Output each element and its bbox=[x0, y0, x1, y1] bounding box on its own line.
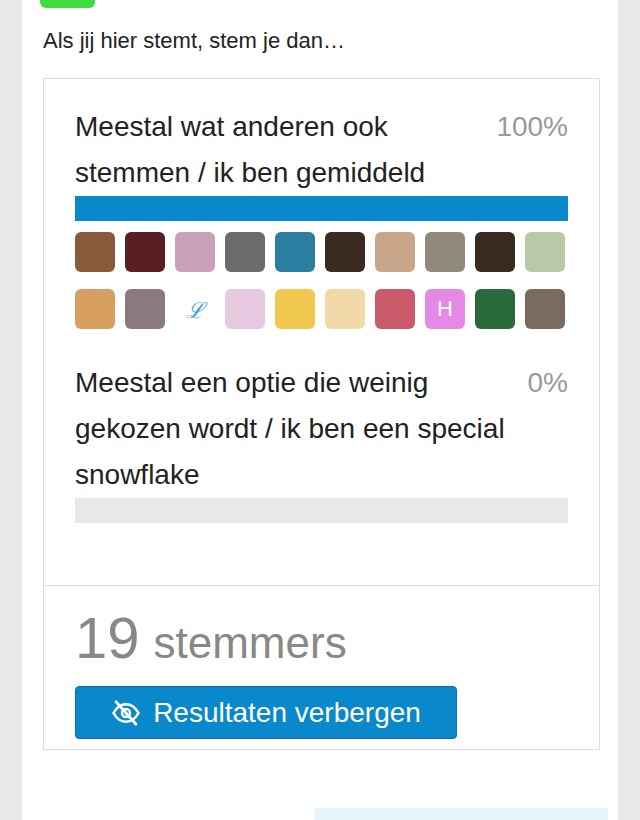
option-percent: 100% bbox=[496, 104, 568, 150]
results-footer: 19 stemmers Resultaten verbergen bbox=[44, 585, 599, 749]
voter-count-label: stemmers bbox=[154, 618, 347, 668]
poll-panel: Als jij hier stemt, stem je dan… Meestal … bbox=[22, 0, 618, 820]
voter-avatar[interactable] bbox=[325, 232, 365, 272]
voter-avatar[interactable] bbox=[475, 232, 515, 272]
voter-count: 19 stemmers bbox=[75, 608, 568, 668]
result-bar bbox=[75, 196, 568, 221]
voter-avatar[interactable] bbox=[375, 232, 415, 272]
option-list: Meestal wat anderen ook stemmen / ik ben… bbox=[44, 79, 599, 585]
voter-avatar[interactable] bbox=[475, 289, 515, 329]
option-percent: 0% bbox=[528, 360, 568, 406]
overlay-strip bbox=[315, 808, 608, 820]
voter-avatar[interactable] bbox=[225, 232, 265, 272]
voter-avatar[interactable] bbox=[75, 232, 115, 272]
voter-avatar[interactable] bbox=[375, 289, 415, 329]
voter-avatar[interactable] bbox=[225, 289, 265, 329]
poll-question: Als jij hier stemt, stem je dan… bbox=[43, 26, 618, 56]
voter-list: ℒH bbox=[75, 232, 568, 329]
option-head: Meestal een optie die weinig gekozen wor… bbox=[75, 360, 568, 498]
eye-slash-icon bbox=[111, 698, 141, 728]
avatar-letter: H bbox=[437, 296, 453, 322]
voter-avatar[interactable] bbox=[175, 232, 215, 272]
poll-option: Meestal een optie die weinig gekozen wor… bbox=[75, 360, 568, 523]
voter-avatar[interactable] bbox=[75, 289, 115, 329]
voter-avatar[interactable] bbox=[525, 289, 565, 329]
result-fill bbox=[75, 196, 568, 221]
option-head: Meestal wat anderen ook stemmen / ik ben… bbox=[75, 104, 568, 196]
tag-strip bbox=[40, 0, 95, 8]
poll-option: Meestal wat anderen ook stemmen / ik ben… bbox=[75, 104, 568, 329]
hide-results-label: Resultaten verbergen bbox=[153, 697, 421, 729]
results-box: Meestal wat anderen ook stemmen / ik ben… bbox=[43, 78, 600, 750]
voter-avatar[interactable] bbox=[425, 232, 465, 272]
option-label: Meestal een optie die weinig gekozen wor… bbox=[75, 360, 516, 498]
option-label: Meestal wat anderen ook stemmen / ik ben… bbox=[75, 104, 484, 196]
voter-avatar[interactable] bbox=[275, 289, 315, 329]
voter-count-number: 19 bbox=[75, 608, 140, 668]
voter-avatar[interactable] bbox=[325, 289, 365, 329]
voter-avatar[interactable] bbox=[125, 289, 165, 329]
voter-avatar[interactable]: ℒ bbox=[175, 289, 215, 329]
result-bar bbox=[75, 498, 568, 523]
voter-avatar[interactable] bbox=[275, 232, 315, 272]
voter-avatar[interactable]: H bbox=[425, 289, 465, 329]
hide-results-button[interactable]: Resultaten verbergen bbox=[75, 686, 457, 739]
voter-avatar[interactable] bbox=[125, 232, 165, 272]
voter-avatar[interactable] bbox=[525, 232, 565, 272]
avatar-letter: ℒ bbox=[186, 294, 204, 324]
